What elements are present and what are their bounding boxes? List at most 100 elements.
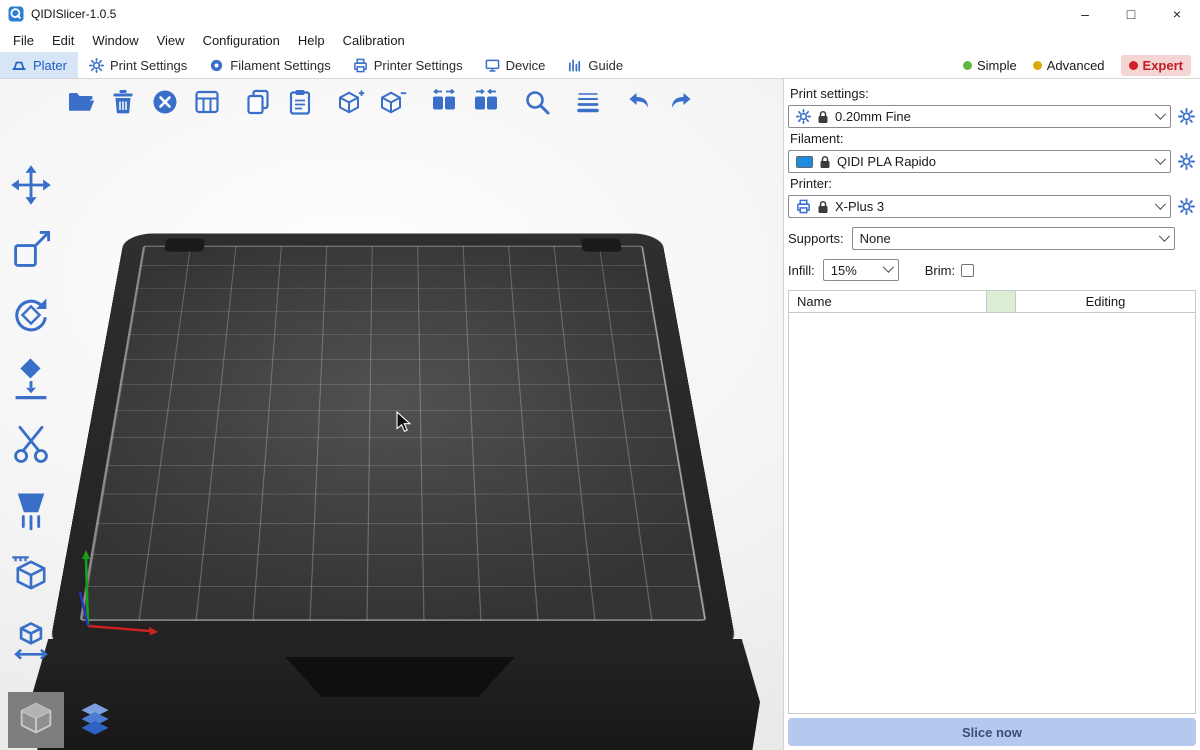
- menu-configuration[interactable]: Configuration: [194, 30, 289, 51]
- scale-icon: [9, 228, 53, 272]
- move-button[interactable]: [6, 161, 56, 209]
- object-list: Name Editing: [788, 290, 1196, 714]
- mouse-cursor-icon: [396, 411, 412, 433]
- preview-view-button[interactable]: [67, 692, 123, 748]
- mode-simple[interactable]: Simple: [963, 58, 1017, 73]
- arrange-icon: [193, 88, 221, 116]
- search-button[interactable]: [522, 87, 552, 117]
- split-objects-button[interactable]: [429, 87, 459, 117]
- printer-combo[interactable]: X-Plus 3: [788, 195, 1171, 218]
- gear-icon: [1178, 153, 1195, 170]
- supports-combo[interactable]: None: [852, 227, 1175, 250]
- menu-help[interactable]: Help: [289, 30, 334, 51]
- measure-distance-button[interactable]: [6, 616, 56, 664]
- remove-instance-button[interactable]: [378, 87, 408, 117]
- mode-advanced[interactable]: Advanced: [1033, 58, 1105, 73]
- supports-value: None: [860, 231, 891, 246]
- editor-view-button[interactable]: [8, 692, 64, 748]
- gear-icon: [1178, 108, 1195, 125]
- main-content: Print settings: 0.20mm Fine: [0, 79, 1200, 750]
- infill-combo[interactable]: 15%: [823, 259, 899, 281]
- menu-view[interactable]: View: [148, 30, 194, 51]
- redo-icon: [667, 88, 695, 116]
- undo-button[interactable]: [624, 87, 654, 117]
- menubar: File Edit Window View Configuration Help…: [0, 28, 1200, 52]
- open-folder-button[interactable]: [66, 87, 96, 117]
- menu-file[interactable]: File: [4, 30, 43, 51]
- column-editing: Editing: [1016, 291, 1195, 312]
- plater-icon: [11, 57, 27, 73]
- chevron-down-icon: [1155, 153, 1166, 164]
- move-icon: [9, 163, 53, 207]
- menu-edit[interactable]: Edit: [43, 30, 83, 51]
- delete-button[interactable]: [108, 87, 138, 117]
- brim-checkbox[interactable]: [961, 264, 974, 277]
- copy-button[interactable]: [243, 87, 273, 117]
- print-settings-combo[interactable]: 0.20mm Fine: [788, 105, 1171, 128]
- lock-icon: [819, 155, 831, 169]
- chevron-down-icon: [1159, 230, 1170, 241]
- remove-instance-icon: [379, 88, 407, 116]
- place-on-face-button[interactable]: [6, 356, 56, 404]
- mode-expert[interactable]: Expert: [1121, 55, 1191, 76]
- chevron-down-icon: [882, 262, 893, 273]
- column-extruder: [987, 291, 1016, 312]
- tab-printer-settings[interactable]: Printer Settings: [342, 52, 474, 78]
- lock-icon: [817, 110, 829, 124]
- split-parts-button[interactable]: [471, 87, 501, 117]
- print-settings-gear-button[interactable]: [1176, 106, 1196, 128]
- tab-plater[interactable]: Plater: [0, 52, 78, 78]
- close-button[interactable]: ×: [1154, 0, 1200, 28]
- slice-now-button[interactable]: Slice now: [788, 718, 1196, 746]
- mode-switcher: Simple Advanced Expert: [963, 52, 1200, 78]
- titlebar[interactable]: QIDISlicer-1.0.5 – □ ×: [0, 0, 1200, 28]
- tab-print-settings[interactable]: Print Settings: [78, 52, 198, 78]
- cut-button[interactable]: [6, 421, 56, 469]
- measure-button[interactable]: [6, 551, 56, 599]
- add-instance-button[interactable]: [336, 87, 366, 117]
- chevron-down-icon: [1155, 198, 1166, 209]
- simple-dot-icon: [963, 61, 972, 70]
- menu-calibration[interactable]: Calibration: [334, 30, 414, 51]
- filament-label: Filament:: [790, 131, 1194, 146]
- maximize-button[interactable]: □: [1108, 0, 1154, 28]
- search-icon: [523, 88, 551, 116]
- mode-label: Simple: [977, 58, 1017, 73]
- measure-icon: [9, 553, 53, 597]
- viewport-3d[interactable]: [0, 79, 783, 750]
- expert-dot-icon: [1129, 61, 1138, 70]
- app-logo-icon: [8, 6, 24, 22]
- advanced-dot-icon: [1033, 61, 1042, 70]
- menu-window[interactable]: Window: [83, 30, 147, 51]
- arrange-button[interactable]: [192, 87, 222, 117]
- tab-device[interactable]: Device: [474, 52, 557, 78]
- delete-all-button[interactable]: [150, 87, 180, 117]
- measure-distance-icon: [9, 618, 53, 662]
- infill-label: Infill:: [788, 263, 815, 278]
- filament-gear-button[interactable]: [1176, 151, 1196, 173]
- filament-color-swatch: [796, 156, 813, 168]
- split-objects-icon: [430, 88, 458, 116]
- printer-gear-button[interactable]: [1176, 196, 1196, 218]
- app-window: QIDISlicer-1.0.5 – □ × File Edit Window …: [0, 0, 1200, 750]
- tab-filament-settings[interactable]: Filament Settings: [198, 52, 341, 78]
- variable-layer-height-button[interactable]: [573, 87, 603, 117]
- supports-label: Supports:: [788, 231, 844, 246]
- printer-handle: [285, 657, 515, 697]
- paint-supports-button[interactable]: [6, 486, 56, 534]
- minimize-button[interactable]: –: [1062, 0, 1108, 28]
- redo-button[interactable]: [666, 87, 696, 117]
- copy-icon: [244, 88, 272, 116]
- paste-button[interactable]: [285, 87, 315, 117]
- printer-row: X-Plus 3: [788, 195, 1196, 218]
- mode-label: Advanced: [1047, 58, 1105, 73]
- scale-button[interactable]: [6, 226, 56, 274]
- cut-icon: [9, 423, 53, 467]
- add-instance-icon: [337, 88, 365, 116]
- print-settings-label: Print settings:: [790, 86, 1194, 101]
- object-list-body: [789, 313, 1195, 713]
- filament-combo[interactable]: QIDI PLA Rapido: [788, 150, 1171, 173]
- tab-guide[interactable]: Guide: [556, 52, 634, 78]
- printer-label: Printer:: [790, 176, 1194, 191]
- rotate-button[interactable]: [6, 291, 56, 339]
